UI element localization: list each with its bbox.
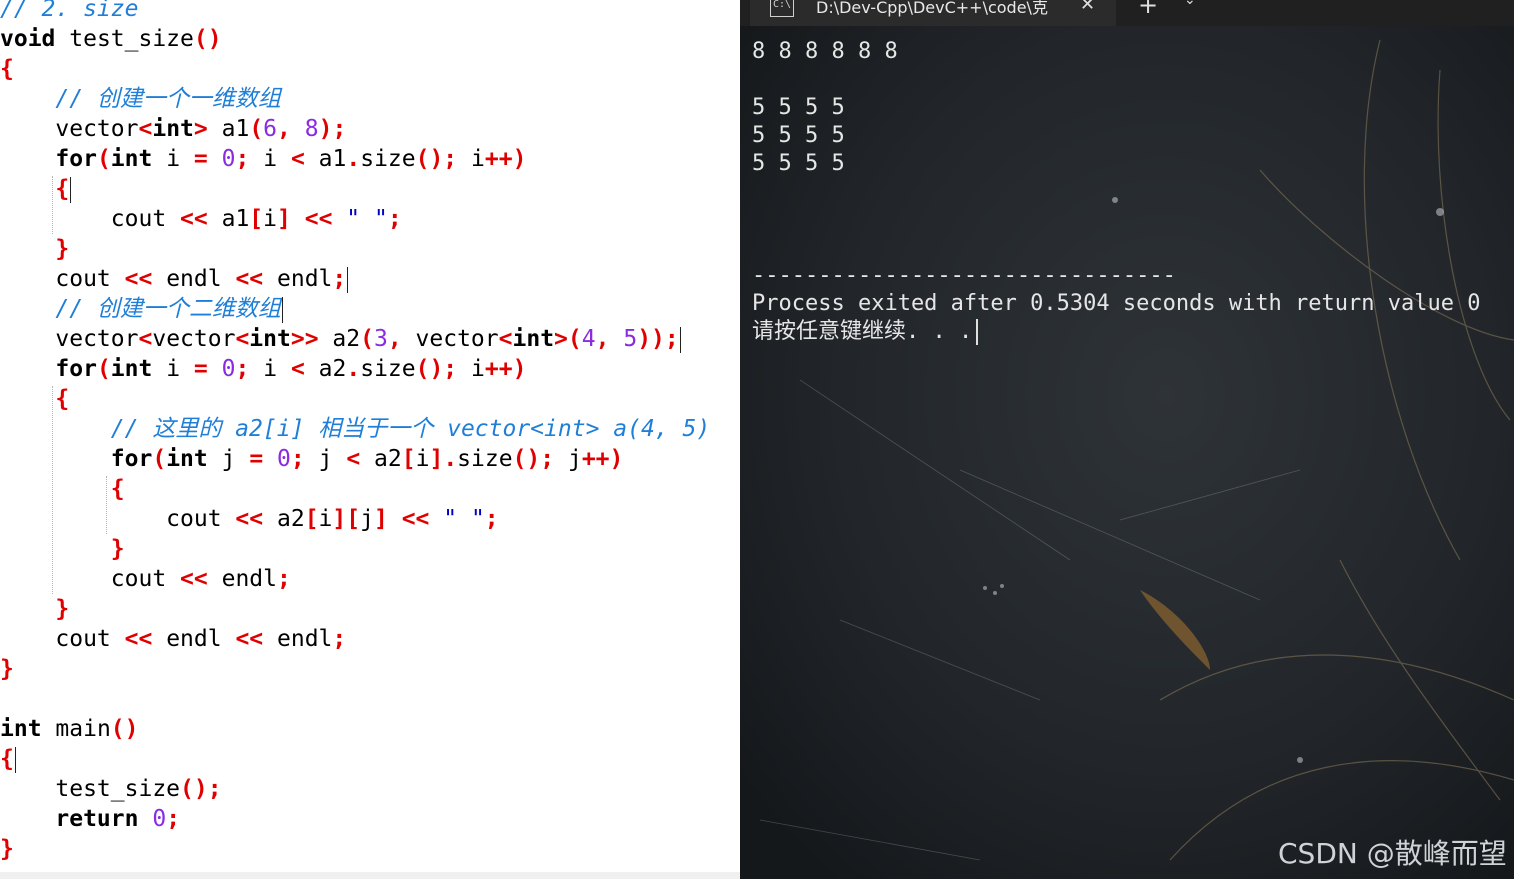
code-line-open-brace: { [0,746,16,773]
terminal-tab[interactable]: C:\ D:\Dev-Cpp\DevC++\code\克 ✕ [750,0,1116,26]
text-caret [281,296,283,323]
code-line-comment-2d: // 创建一个二维数组 [0,294,283,324]
indent-guide [52,386,53,594]
close-icon[interactable]: ✕ [1080,0,1095,15]
press-any-key-text: 请按任意键继续. . . [752,319,973,344]
new-tab-button[interactable]: + [1138,0,1158,19]
text-caret [679,326,681,353]
text-caret [14,746,16,773]
code-line-for-a1: for(int i = 0; i < a1.size(); i++) [55,146,527,172]
output-line: 5 5 5 5 [752,95,845,120]
code-line-open-brace: { [0,54,14,84]
watermark: CSDN @散峰而望 [1278,837,1507,870]
tab-title: D:\Dev-Cpp\DevC++\code\克 [816,0,1048,17]
code-line-for-a2: for(int i = 0; i < a2.size(); i++) [55,356,527,382]
text-caret [347,266,349,293]
code-line-return: return 0; [55,806,181,832]
code-line-comment-1d: // 创建一个一维数组 [0,84,281,114]
code-line-brace: } [55,236,70,262]
comment: // 创建一个一维数组 [55,86,281,112]
code-line-brace: { [55,386,70,412]
brace-open: { [0,56,14,82]
code-line-call: test_size(); [55,776,222,802]
press-any-key-line: 请按任意键继续. . . [752,318,979,346]
code-line-cout-a2: cout << a2[i][j] << " "; [166,506,499,532]
keyword-void: void [0,26,56,52]
code-line-comment-inner: // 这里的 a2[i] 相当于一个 vector<int> a(4, 5) [0,414,710,444]
code-line-close-brace: } [0,836,14,862]
console-icon: C:\ [770,0,794,17]
code-line-vector-a1: vector<int> a1(6, 8); [55,116,347,142]
code-line-comment-size: // 2. size [0,0,138,24]
code-line-cout-endl: cout << endl << endl; [55,626,347,652]
comment: // 这里的 a2[i] 相当于一个 vector<int> a(4, 5) [110,416,711,442]
comment: // 2. size [0,0,139,22]
terminal-cursor [976,319,979,345]
code-editor[interactable]: // 2. size void test_size() { // 创建一个一维数… [0,0,740,879]
string-literal: " " [346,206,388,232]
output-line: 8 8 8 8 8 8 [752,39,898,64]
editor-bottom-strip [0,872,740,879]
code-line-for-j: for(int j = 0; j < a2[i].size(); j++) [110,446,624,472]
indent-guide [52,176,53,234]
code-line-brace: } [55,596,70,622]
chevron-down-icon[interactable]: ⌄ [1184,0,1196,8]
text-caret [70,176,72,203]
code-line-brace: } [110,536,125,562]
output-line: 5 5 5 5 [752,123,845,148]
comment: // 创建一个二维数组 [55,296,281,322]
function-name: main [55,716,111,742]
code-line-cout-endl: cout << endl; [110,566,291,592]
indent-guide [106,476,107,534]
string-literal: " " [443,506,485,532]
code-line-func-decl: void test_size() [0,24,222,54]
code-line-vector-a2: vector<vector<int>> a2(3, vector<int>(4,… [55,326,681,353]
code-line-cout-endl: cout << endl << endl; [55,266,349,293]
separator-line: -------------------------------- [752,263,1176,288]
function-name: test_size [69,26,194,52]
terminal-tab-bar: C:\ D:\Dev-Cpp\DevC++\code\克 ✕ + ⌄ [740,0,1514,26]
code-line-close-brace: } [0,656,14,682]
process-exit-line: Process exited after 0.5304 seconds with… [752,291,1481,316]
wallpaper-background [740,0,1514,879]
code-line-main-decl: int main() [0,716,139,742]
punct: () [193,26,222,52]
code-line-cout-a1: cout << a1[i] << " "; [110,206,402,232]
code-line-brace: { [55,176,72,203]
output-line: 5 5 5 5 [752,151,845,176]
function-call: test_size [55,776,181,802]
terminal-window[interactable]: C:\ D:\Dev-Cpp\DevC++\code\克 ✕ + ⌄ 8 8 8… [740,0,1514,879]
